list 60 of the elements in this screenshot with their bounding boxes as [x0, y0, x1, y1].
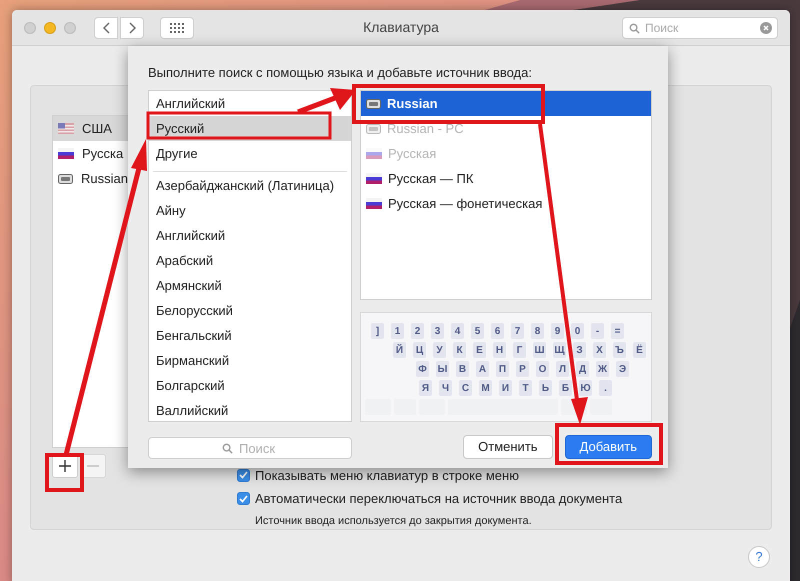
keyboard-key: П: [496, 361, 509, 377]
keyboard-key: 3: [431, 323, 444, 339]
checkbox-label: Автоматически переключаться на источник ввода документа: [255, 490, 622, 508]
sheet-heading: Выполните поиск с помощью языка и добавьте источник ввода:: [148, 64, 533, 82]
keyboard-key: =: [611, 323, 624, 339]
note-text: Источник ввода используется до закрытия документа.: [255, 514, 533, 528]
keyboard-key: О: [536, 361, 549, 377]
input-source-label: Russian: [81, 170, 128, 188]
keyboard-key: Л: [556, 361, 569, 377]
checkbox-label: Показывать меню клавиатур в строке меню: [255, 466, 519, 485]
keyboard-key: Ё: [633, 342, 646, 358]
keyboard-key: В: [456, 361, 469, 377]
keyboard-key: 0: [571, 323, 584, 339]
keyboard-key: М: [479, 380, 492, 396]
keyboard-key: А: [476, 361, 489, 377]
keyboard-key: З: [573, 342, 586, 358]
keyboard-key: Х: [593, 342, 606, 358]
keyboard-key: Ц: [413, 342, 426, 358]
input-source-label: Русская: [388, 144, 436, 163]
keyboard-key: Н: [493, 342, 506, 358]
keyboard-key: Э: [616, 361, 629, 377]
keyboard-key: -: [591, 323, 604, 339]
keyboard-key: Ж: [596, 361, 609, 377]
keyboard-key: Я: [419, 380, 432, 396]
input-source-label: Russian - PC: [387, 120, 464, 138]
input-source-label: Russian: [387, 94, 438, 113]
keyboard-key: Ю: [579, 380, 592, 396]
input-source-label: Русская — фонетическая: [388, 194, 542, 213]
keyboard-key: 8: [531, 323, 544, 339]
keyboard-key: Е: [473, 342, 486, 358]
keyboard-key: 6: [491, 323, 504, 339]
keyboard-key: С: [459, 380, 472, 396]
keyboard-key: Ь: [539, 380, 552, 396]
keyboard-key: Щ: [553, 342, 566, 358]
keyboard-key: 5: [471, 323, 484, 339]
input-source-label: США: [82, 120, 112, 138]
keyboard-key: ]: [371, 323, 384, 339]
keyboard-key: Ш: [533, 342, 546, 358]
keyboard-key: К: [453, 342, 466, 358]
keyboard-key: Ъ: [613, 342, 626, 358]
keyboard-key: 4: [451, 323, 464, 339]
keyboard-key: .: [599, 380, 612, 396]
keyboard-key: Ч: [439, 380, 452, 396]
keyboard-key: Т: [519, 380, 532, 396]
keyboard-key: Д: [576, 361, 589, 377]
keyboard-key: 2: [411, 323, 424, 339]
keyboard-key: Ф: [416, 361, 429, 377]
keyboard-key: Ы: [436, 361, 449, 377]
input-source-label: Русская — ПК: [388, 170, 474, 188]
keyboard-key: 9: [551, 323, 564, 339]
keyboard-key: Й: [393, 342, 406, 358]
keyboard-key: Б: [559, 380, 572, 396]
keyboard-key: И: [499, 380, 512, 396]
window-title: Клавиатура: [363, 18, 439, 37]
keyboard-key: У: [433, 342, 446, 358]
keyboard-key: 7: [511, 323, 524, 339]
keyboard-key: Г: [513, 342, 526, 358]
keyboard-key: 1: [391, 323, 404, 339]
keyboard-key: Р: [516, 361, 529, 377]
input-source-label: Русска: [82, 144, 124, 163]
